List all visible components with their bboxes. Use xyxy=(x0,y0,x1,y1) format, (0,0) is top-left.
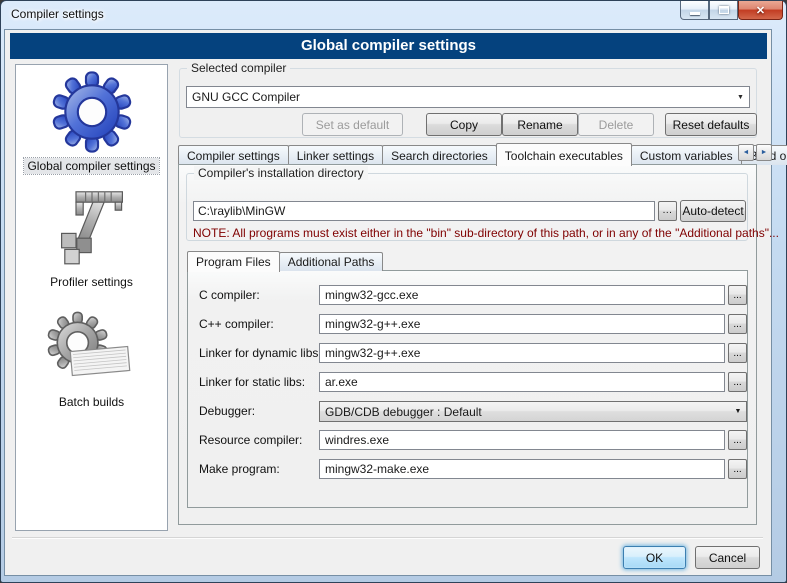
c-compiler-input[interactable]: mingw32-gcc.exe xyxy=(319,285,725,305)
dynamic-linker-input[interactable]: mingw32-g++.exe xyxy=(319,343,725,363)
cancel-button[interactable]: Cancel xyxy=(695,546,760,569)
page-title: Global compiler settings xyxy=(10,33,767,59)
selected-compiler-legend: Selected compiler xyxy=(187,61,290,75)
toolchain-row-c-compiler: C compiler: mingw32-gcc.exe... xyxy=(188,285,747,307)
compiler-select-value: GNU GCC Compiler xyxy=(187,90,732,104)
tab-compiler-settings[interactable]: Compiler settings xyxy=(178,145,289,165)
tab-custom-variables[interactable]: Custom variables xyxy=(631,145,742,165)
window-controls: ✕ xyxy=(680,1,783,20)
installation-directory-browse-button[interactable]: ... xyxy=(658,201,677,221)
debugger-select-value: GDB/CDB debugger : Default xyxy=(320,405,730,419)
compiler-settings-window: Compiler settings ✕ Global compiler sett… xyxy=(0,0,787,583)
resource-compiler-browse-button[interactable]: ... xyxy=(728,430,747,450)
dynamic-linker-browse-button[interactable]: ... xyxy=(728,343,747,363)
sidebar-item-label: Global compiler settings xyxy=(24,158,158,174)
program-files-page: C compiler:mingw32-gcc.exe...C++ compile… xyxy=(187,270,748,508)
window-title: Compiler settings xyxy=(11,7,104,21)
tab-toolchain-executables[interactable]: Toolchain executables xyxy=(496,143,632,166)
dynamic-linker-label: Linker for dynamic libs: xyxy=(199,346,322,360)
minimize-icon xyxy=(690,12,700,15)
gear-blue-icon xyxy=(49,69,135,155)
installation-note: NOTE: All programs must exist either in … xyxy=(193,226,779,240)
installation-directory-legend: Compiler's installation directory xyxy=(194,166,368,180)
copy-button[interactable]: Copy xyxy=(426,113,502,136)
dialog-client-area: Global compiler settings xyxy=(4,29,772,576)
debugger-label: Debugger: xyxy=(199,404,255,418)
toolchain-row-static-linker: Linker for static libs: ar.exe... xyxy=(188,372,747,394)
sidebar-item-profiler-settings[interactable]: Profiler settings xyxy=(16,187,167,290)
cpp-compiler-label: C++ compiler: xyxy=(199,317,274,331)
gear-gray-papers-icon xyxy=(44,307,140,391)
toolchain-row-dynamic-linker: Linker for dynamic libs:mingw32-g++.exe.… xyxy=(188,343,747,365)
static-linker-input[interactable]: ar.exe xyxy=(319,372,725,392)
footer-separator xyxy=(12,537,763,539)
sidebar-item-label: Profiler settings xyxy=(47,274,136,290)
sidebar-item-batch-builds[interactable]: Batch builds xyxy=(16,307,167,410)
debugger-select[interactable]: GDB/CDB debugger : Default▼ xyxy=(319,401,747,422)
tab-scroll-left-button[interactable]: ◄ xyxy=(738,144,754,161)
tab-program-files[interactable]: Program Files xyxy=(187,251,280,272)
compiler-select[interactable]: GNU GCC Compiler ▼ xyxy=(186,86,750,108)
installation-directory-input[interactable]: C:\raylib\MinGW xyxy=(193,201,655,221)
maximize-button[interactable] xyxy=(709,1,738,20)
resource-compiler-label: Resource compiler: xyxy=(199,433,302,447)
toolchain-row-cpp-compiler: C++ compiler: mingw32-g++.exe... xyxy=(188,314,747,336)
toolchain-row-resource-compiler: Resource compiler: windres.exe... xyxy=(188,430,747,452)
tab-scroll-controls: ◄ ► xyxy=(738,144,772,161)
close-icon: ✕ xyxy=(756,4,765,17)
tab-search-directories[interactable]: Search directories xyxy=(382,145,497,165)
programs-tabstrip: Program Files Additional Paths xyxy=(187,250,382,271)
make-program-input[interactable]: mingw32-make.exe xyxy=(319,459,725,479)
minimize-button[interactable] xyxy=(680,1,709,20)
sidebar-item-global-compiler-settings[interactable]: Global compiler settings xyxy=(16,69,167,174)
dropdown-arrow-icon: ▼ xyxy=(730,408,746,415)
cpp-compiler-input[interactable]: mingw32-g++.exe xyxy=(319,314,725,334)
main-tabstrip: Compiler settings Linker settings Search… xyxy=(178,142,787,165)
caliper-icon xyxy=(52,187,132,271)
resource-compiler-input[interactable]: windres.exe xyxy=(319,430,725,450)
tab-linker-settings[interactable]: Linker settings xyxy=(288,145,383,165)
dropdown-arrow-icon: ▼ xyxy=(737,94,744,101)
close-button[interactable]: ✕ xyxy=(738,1,783,20)
toolchain-row-debugger: Debugger: GDB/CDB debugger : Default▼ xyxy=(188,401,747,423)
static-linker-browse-button[interactable]: ... xyxy=(728,372,747,392)
tab-additional-paths[interactable]: Additional Paths xyxy=(279,252,384,271)
delete-button[interactable]: Delete xyxy=(578,113,654,136)
maximize-icon xyxy=(719,6,729,14)
toolchain-row-make-program: Make program: mingw32-make.exe... xyxy=(188,459,747,481)
reset-defaults-button[interactable]: Reset defaults xyxy=(665,113,757,136)
sidebar-item-label: Batch builds xyxy=(56,394,127,410)
settings-category-list: Global compiler settings xyxy=(15,64,168,531)
set-as-default-button[interactable]: Set as default xyxy=(302,113,403,136)
tab-scroll-right-button[interactable]: ► xyxy=(756,144,772,161)
c-compiler-browse-button[interactable]: ... xyxy=(728,285,747,305)
auto-detect-button[interactable]: Auto-detect xyxy=(680,200,746,222)
rename-button[interactable]: Rename xyxy=(502,113,578,136)
cpp-compiler-browse-button[interactable]: ... xyxy=(728,314,747,334)
make-program-browse-button[interactable]: ... xyxy=(728,459,747,479)
c-compiler-label: C compiler: xyxy=(199,288,260,302)
static-linker-label: Linker for static libs: xyxy=(199,375,305,389)
make-program-label: Make program: xyxy=(199,462,280,476)
ok-button[interactable]: OK xyxy=(623,546,686,569)
